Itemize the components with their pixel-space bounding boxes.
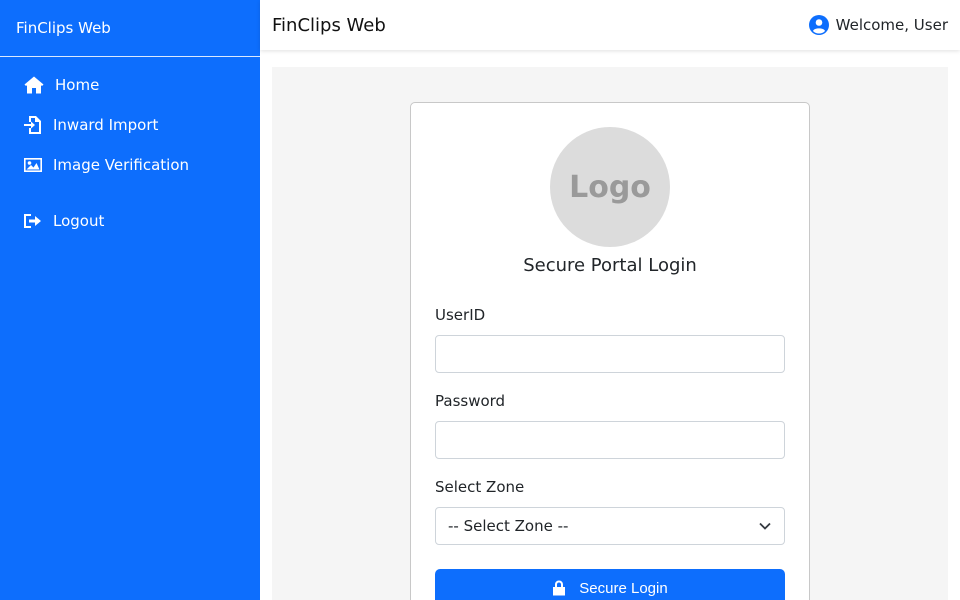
sidebar: FinClips Web Home Inward Import Image Ve… [0,0,260,600]
image-icon [24,156,42,174]
zone-select[interactable]: -- Select Zone -- [435,507,785,545]
zone-selected-value: -- Select Zone -- [448,517,569,535]
logo-placeholder: Logo [550,127,670,247]
home-icon [24,76,44,94]
app: FinClips Web Home Inward Import Image Ve… [0,0,960,600]
user-menu[interactable]: Welcome, User [808,15,948,35]
sidebar-brand: FinClips Web [0,0,260,57]
sidebar-item-label: Image Verification [53,156,190,174]
sidebar-item-image-verification[interactable]: Image Verification [0,145,260,185]
sidebar-nav: Home Inward Import Image Verification Lo [0,57,260,241]
page-title: FinClips Web [272,14,386,36]
sidebar-item-label: Home [55,76,100,94]
login-title: Secure Portal Login [523,255,697,276]
lock-icon [552,580,566,596]
welcome-text: Welcome, User [835,16,948,34]
logout-icon [24,212,42,230]
login-card: Logo Secure Portal Login UserID Password… [410,102,810,600]
file-import-icon [24,116,42,134]
userid-input[interactable] [435,335,785,373]
secure-login-button[interactable]: Secure Login [435,569,785,600]
userid-label: UserID [435,306,486,324]
sidebar-item-label: Inward Import [53,116,159,134]
password-input[interactable] [435,421,785,459]
user-circle-icon [808,15,829,35]
top-header: FinClips Web Welcome, User [260,0,960,50]
password-label: Password [435,392,506,410]
main-content: Logo Secure Portal Login UserID Password… [272,67,948,600]
chevron-down-icon [758,519,772,533]
sidebar-item-logout[interactable]: Logout [0,201,260,241]
sidebar-item-inward-import[interactable]: Inward Import [0,105,260,145]
sidebar-item-label: Logout [53,212,105,230]
sidebar-item-home[interactable]: Home [0,65,260,105]
zone-label: Select Zone [435,478,525,496]
secure-login-label: Secure Login [579,579,668,597]
